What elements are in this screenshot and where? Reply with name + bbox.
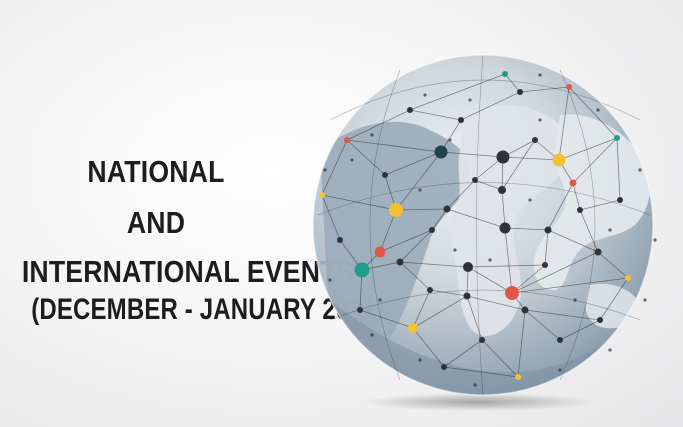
network-node-dark [499,222,511,234]
network-node-dark [443,205,451,213]
network-node-dark [463,292,471,300]
network-node-dark [382,172,388,178]
network-node-dark [337,237,343,243]
globe-svg [312,54,657,411]
network-dot [370,133,374,137]
network-dot [643,298,647,302]
network-node-dark [532,137,538,143]
network-node-red [505,286,519,300]
network-node-dark [396,258,404,266]
network-node-teal [614,135,620,141]
network-globe-illustration [0,0,683,427]
network-dot [653,238,657,242]
network-node-dark [472,177,478,183]
network-node-yellow [625,275,631,281]
network-node-dark [479,337,485,343]
network-node-dark [427,287,433,293]
network-dot [473,383,477,387]
network-dot [448,138,452,142]
network-node-dark [521,306,529,314]
network-dot [573,298,577,302]
network-node-dark [597,317,603,323]
network-node-dark [429,227,435,233]
network-dot [418,188,422,192]
network-node-yellow [389,203,403,217]
network-node-teal [502,71,508,77]
network-dot [538,118,542,122]
network-node-dark [542,262,548,268]
network-node-slate [434,145,448,159]
network-node-dark [594,248,602,256]
network-dot [558,368,562,372]
network-node-red [344,137,350,143]
network-node-yellow [552,153,566,167]
network-dot [608,348,612,352]
network-node-teal [354,262,370,278]
network-node-red [374,246,386,258]
network-dot [488,258,492,262]
network-node-yellow [408,323,418,333]
network-dot [378,298,382,302]
network-dot [596,108,600,112]
network-node-dark [498,186,506,194]
network-dot [423,93,427,97]
network-node-dark [463,262,473,272]
network-dot [418,358,422,362]
network-node-dark [496,150,510,164]
network-dot [468,98,472,102]
network-dot [528,198,532,202]
network-node-red [566,84,572,90]
network-node-dark [577,207,583,213]
network-node-dark [617,197,623,203]
network-node-red [569,179,577,187]
network-node-dark [407,107,413,113]
network-dot [328,278,332,282]
network-node-dark [557,337,563,343]
globe-shadow [363,393,593,411]
network-node-dark [458,117,464,123]
network-node-yellow [515,374,521,380]
network-node-dark [441,364,447,370]
network-dot [538,73,542,77]
network-node-dark [544,226,552,234]
network-dot [608,228,612,232]
network-dot [323,168,327,172]
network-node-dark [517,89,523,95]
network-dot [350,158,354,162]
network-dot [453,248,457,252]
network-node-dark [357,307,363,313]
network-node-yellow [319,192,325,198]
network-dot [638,168,642,172]
network-dot [370,333,374,337]
